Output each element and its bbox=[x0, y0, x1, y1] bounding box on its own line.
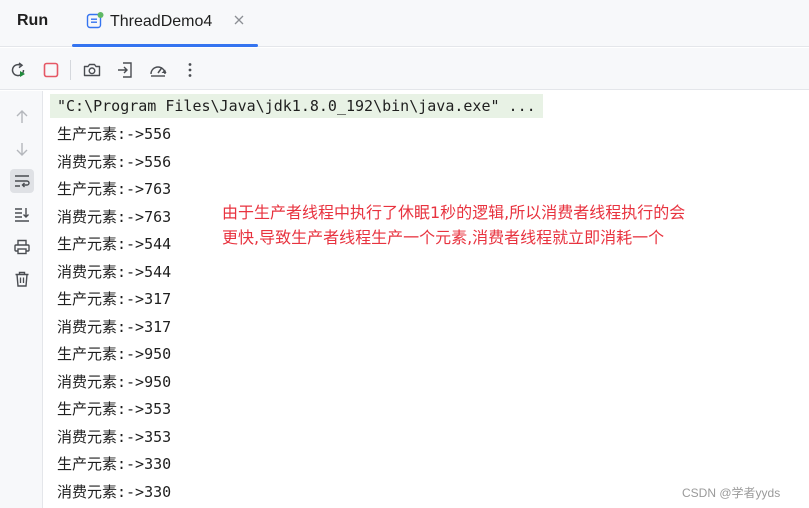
stop-icon bbox=[43, 62, 59, 78]
exit-icon bbox=[118, 62, 132, 78]
stop-button[interactable] bbox=[40, 59, 62, 81]
console-line: 生产元素:->317 bbox=[57, 290, 172, 308]
watermark: CSDN @学者yyds bbox=[682, 486, 781, 500]
console-line: 消费元素:->317 bbox=[57, 317, 172, 336]
scroll-to-end-button[interactable] bbox=[10, 202, 34, 226]
console-output[interactable]: "C:\Program Files\Java\jdk1.8.0_192\bin\… bbox=[44, 91, 809, 508]
console-side-toolbar bbox=[0, 91, 43, 508]
console-line: 消费元素:->544 bbox=[57, 262, 172, 281]
annotation-line: 由于生产者线程中执行了休眠1秒的逻辑,所以消费者线程执行的会 bbox=[222, 203, 686, 222]
run-title: Run bbox=[17, 12, 49, 29]
console-line: 生产元素:->763 bbox=[57, 180, 172, 198]
run-toolbar bbox=[0, 48, 809, 90]
soft-wrap-icon bbox=[15, 175, 30, 188]
close-icon[interactable] bbox=[232, 13, 246, 27]
run-tool-window-header: Run ThreadDemo4 bbox=[0, 0, 809, 47]
trash-icon bbox=[15, 271, 29, 287]
thread-dump-button[interactable] bbox=[81, 59, 103, 81]
tab-threaddemo4[interactable]: ThreadDemo4 bbox=[72, 0, 258, 47]
annotation-note: 由于生产者线程中执行了休眠1秒的逻辑,所以消费者线程执行的会 更快,导致生产者线… bbox=[222, 200, 762, 250]
console-line: 消费元素:->353 bbox=[57, 427, 172, 446]
active-tab-indicator bbox=[72, 44, 258, 47]
soft-wrap-button[interactable] bbox=[10, 169, 34, 193]
more-vertical-icon bbox=[188, 63, 192, 77]
scroll-to-end-icon bbox=[15, 208, 29, 222]
console-line: 生产元素:->544 bbox=[57, 235, 172, 253]
java-class-icon bbox=[86, 12, 104, 29]
arrow-up-icon bbox=[16, 110, 28, 123]
console-line: 消费元素:->330 bbox=[57, 482, 172, 501]
console-line: 生产元素:->950 bbox=[57, 345, 172, 363]
toolbar-separator bbox=[70, 60, 71, 80]
console-line: 生产元素:->330 bbox=[57, 455, 172, 473]
console-line: 消费元素:->556 bbox=[57, 152, 172, 171]
console-line: 生产元素:->556 bbox=[57, 125, 172, 143]
more-options-button[interactable] bbox=[179, 59, 201, 81]
java-command-line[interactable]: "C:\Program Files\Java\jdk1.8.0_192\bin\… bbox=[50, 94, 543, 118]
gauge-icon bbox=[150, 66, 167, 77]
next-occurrence-button[interactable] bbox=[10, 137, 34, 161]
clear-all-button[interactable] bbox=[10, 267, 34, 291]
camera-icon bbox=[83, 63, 101, 77]
profiler-button[interactable] bbox=[147, 59, 169, 81]
console-line: 消费元素:->950 bbox=[57, 372, 172, 391]
tab-label: ThreadDemo4 bbox=[110, 13, 213, 30]
console-line: 生产元素:->353 bbox=[57, 400, 172, 418]
print-icon bbox=[14, 239, 30, 255]
console-line: 消费元素:->763 bbox=[57, 207, 172, 226]
annotation-line: 更快,导致生产者线程生产一个元素,消费者线程就立即消耗一个 bbox=[222, 228, 665, 247]
rerun-button[interactable] bbox=[7, 59, 29, 81]
rerun-icon bbox=[11, 62, 25, 77]
exit-button[interactable] bbox=[114, 59, 136, 81]
arrow-down-icon bbox=[16, 143, 28, 156]
previous-occurrence-button[interactable] bbox=[10, 105, 34, 129]
print-button[interactable] bbox=[10, 235, 34, 259]
